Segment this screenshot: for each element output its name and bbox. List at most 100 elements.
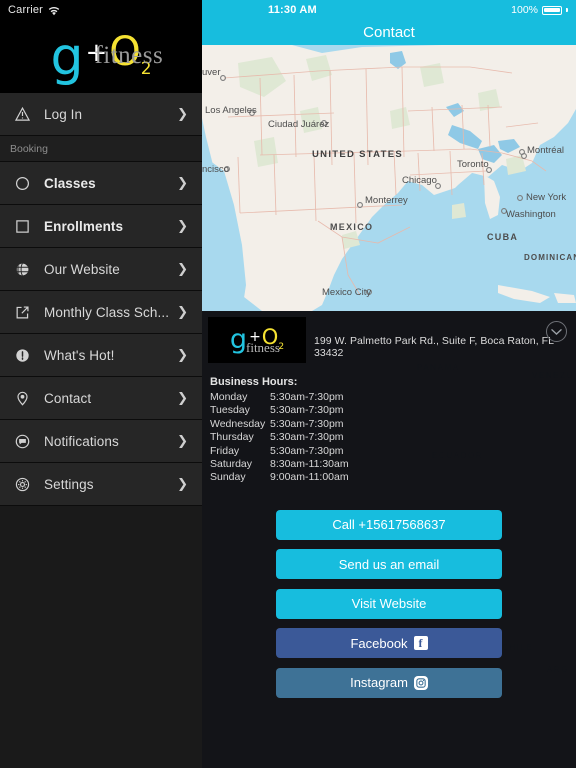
chevron-right-icon: ❯ <box>177 175 188 191</box>
detail-logo-g: g <box>229 324 248 356</box>
sidebar-item-classes[interactable]: Classes ❯ <box>0 162 202 205</box>
status-bar: 11:30 AM 100% <box>202 0 576 20</box>
sidebar-empty-area <box>0 506 202 768</box>
location-pin-icon <box>0 391 44 406</box>
hours-day: Monday <box>210 391 248 403</box>
wifi-icon <box>48 6 60 16</box>
clock-label: 11:30 AM <box>268 4 317 16</box>
sidebar-status-bar: Carrier <box>0 0 202 20</box>
call-button-label: Call +15617568637 <box>332 517 446 533</box>
sidebar: Carrier g + O2 fitness Log In ❯ Booking … <box>0 0 202 768</box>
hours-time: 5:30am-7:30pm <box>270 404 344 417</box>
battery-cap-icon <box>566 8 568 12</box>
hours-day: Thursday <box>210 431 254 444</box>
globe-icon <box>0 262 44 277</box>
svg-text:CUBA: CUBA <box>487 232 518 242</box>
call-button[interactable]: Call +15617568637 <box>276 509 502 540</box>
sidebar-menu: Log In ❯ Booking Classes ❯ Enrollments ❯ <box>0 92 202 506</box>
svg-text:UNITED STATES: UNITED STATES <box>312 149 403 160</box>
sidebar-item-contact[interactable]: Contact ❯ <box>0 377 202 420</box>
sidebar-item-our-website[interactable]: Our Website ❯ <box>0 248 202 291</box>
hours-day: Sunday <box>210 471 246 484</box>
hours-time: 5:30am-7:30pm <box>270 431 344 444</box>
email-button-label: Send us an email <box>338 556 440 572</box>
logo-wordmark: fitness <box>94 41 164 69</box>
instagram-icon <box>413 675 428 690</box>
sidebar-item-label: Contact <box>44 390 92 406</box>
svg-text:MEXICO: MEXICO <box>330 222 373 232</box>
sidebar-item-label: Our Website <box>44 261 120 277</box>
warning-triangle-icon <box>0 106 44 122</box>
detail-logo: g + O2 fitness <box>208 317 306 363</box>
hours-row: Wednesday 5:30am-7:30pm <box>210 418 576 431</box>
action-buttons: Call +15617568637 Send us an email Visit… <box>202 509 576 698</box>
sidebar-section-booking: Booking <box>0 136 202 162</box>
facebook-icon: f <box>413 636 428 651</box>
chevron-right-icon: ❯ <box>177 476 188 492</box>
hours-day: Friday <box>210 444 240 457</box>
contact-detail-panel: g + O2 fitness 199 W. Palmetto Park Rd.,… <box>202 311 576 768</box>
chevron-right-icon: ❯ <box>177 218 188 234</box>
svg-text:DOMINICAN: DOMINICAN <box>524 253 576 262</box>
hours-time: 8:30am-11:30am <box>270 458 349 471</box>
visit-website-button[interactable]: Visit Website <box>276 588 502 619</box>
hours-time: 5:30am-7:30pm <box>270 417 344 430</box>
exclamation-circle-icon <box>0 348 44 363</box>
svg-text:Washington: Washington <box>506 209 556 220</box>
hours-time: 9:00am-11:00am <box>270 471 349 484</box>
hours-row: Monday 5:30am-7:30pm <box>210 391 576 404</box>
nav-bar: Contact <box>202 20 576 45</box>
chevron-right-icon: ❯ <box>177 347 188 363</box>
email-button[interactable]: Send us an email <box>276 549 502 580</box>
chevron-right-icon: ❯ <box>177 106 188 122</box>
sidebar-brand-logo: g + O2 fitness <box>0 20 202 92</box>
map-view[interactable]: uver ncisco Los Angeles Ciudad Juárez Mo… <box>202 45 576 311</box>
svg-text:Mexico City: Mexico City <box>322 287 371 298</box>
hours-row: Thursday 5:30am-7:30pm <box>210 431 576 444</box>
sidebar-item-settings[interactable]: Settings ❯ <box>0 463 202 506</box>
svg-text:ncisco: ncisco <box>202 164 229 175</box>
hours-day: Wednesday <box>210 417 266 430</box>
hours-time: 5:30am-7:30pm <box>270 391 344 403</box>
chat-bubble-icon <box>0 434 44 449</box>
chevron-down-icon[interactable] <box>546 321 567 342</box>
page-title: Contact <box>363 24 415 41</box>
facebook-button[interactable]: Facebook f <box>276 628 502 659</box>
hours-day: Tuesday <box>210 404 250 417</box>
sidebar-item-monthly-class-schedule[interactable]: Monthly Class Sch... ❯ <box>0 291 202 334</box>
instagram-button[interactable]: Instagram <box>276 667 502 698</box>
svg-text:uver: uver <box>202 67 220 78</box>
hours-row: Saturday 8:30am-11:30am <box>210 458 576 471</box>
chevron-right-icon: ❯ <box>177 304 188 320</box>
sidebar-item-label: What's Hot! <box>44 347 115 363</box>
facebook-button-label: Facebook <box>350 635 408 651</box>
business-hours-block: Business Hours: Monday 5:30am-7:30pm Tue… <box>202 369 576 485</box>
battery-percent-label: 100% <box>511 4 538 16</box>
battery-indicator: 100% <box>511 4 568 16</box>
sidebar-item-label: Notifications <box>44 433 119 449</box>
detail-logo-wordmark: fitness <box>246 340 280 355</box>
svg-text:Toronto: Toronto <box>457 159 489 170</box>
sidebar-item-log-in[interactable]: Log In ❯ <box>0 93 202 136</box>
app-root: Carrier g + O2 fitness Log In ❯ Booking … <box>0 0 576 768</box>
svg-text:New York: New York <box>526 192 566 203</box>
sidebar-item-label: Enrollments <box>44 218 124 234</box>
detail-header: g + O2 fitness 199 W. Palmetto Park Rd.,… <box>202 311 576 369</box>
hours-row: Friday 5:30am-7:30pm <box>210 445 576 458</box>
square-icon <box>0 219 44 234</box>
chevron-right-icon: ❯ <box>177 390 188 406</box>
circle-icon <box>0 176 44 191</box>
chevron-right-icon: ❯ <box>177 261 188 277</box>
sidebar-item-enrollments[interactable]: Enrollments ❯ <box>0 205 202 248</box>
instagram-button-label: Instagram <box>350 675 408 691</box>
sidebar-item-label: Classes <box>44 175 96 191</box>
gear-icon <box>0 477 44 492</box>
hours-time: 5:30am-7:30pm <box>270 444 344 457</box>
svg-text:Ciudad Juárez: Ciudad Juárez <box>268 119 330 130</box>
sidebar-item-notifications[interactable]: Notifications ❯ <box>0 420 202 463</box>
sidebar-item-whats-hot[interactable]: What's Hot! ❯ <box>0 334 202 377</box>
svg-text:Montréal: Montréal <box>527 145 564 156</box>
sidebar-item-label: Log In <box>44 106 83 122</box>
chevron-right-icon: ❯ <box>177 433 188 449</box>
svg-text:Los Angeles: Los Angeles <box>205 105 257 116</box>
